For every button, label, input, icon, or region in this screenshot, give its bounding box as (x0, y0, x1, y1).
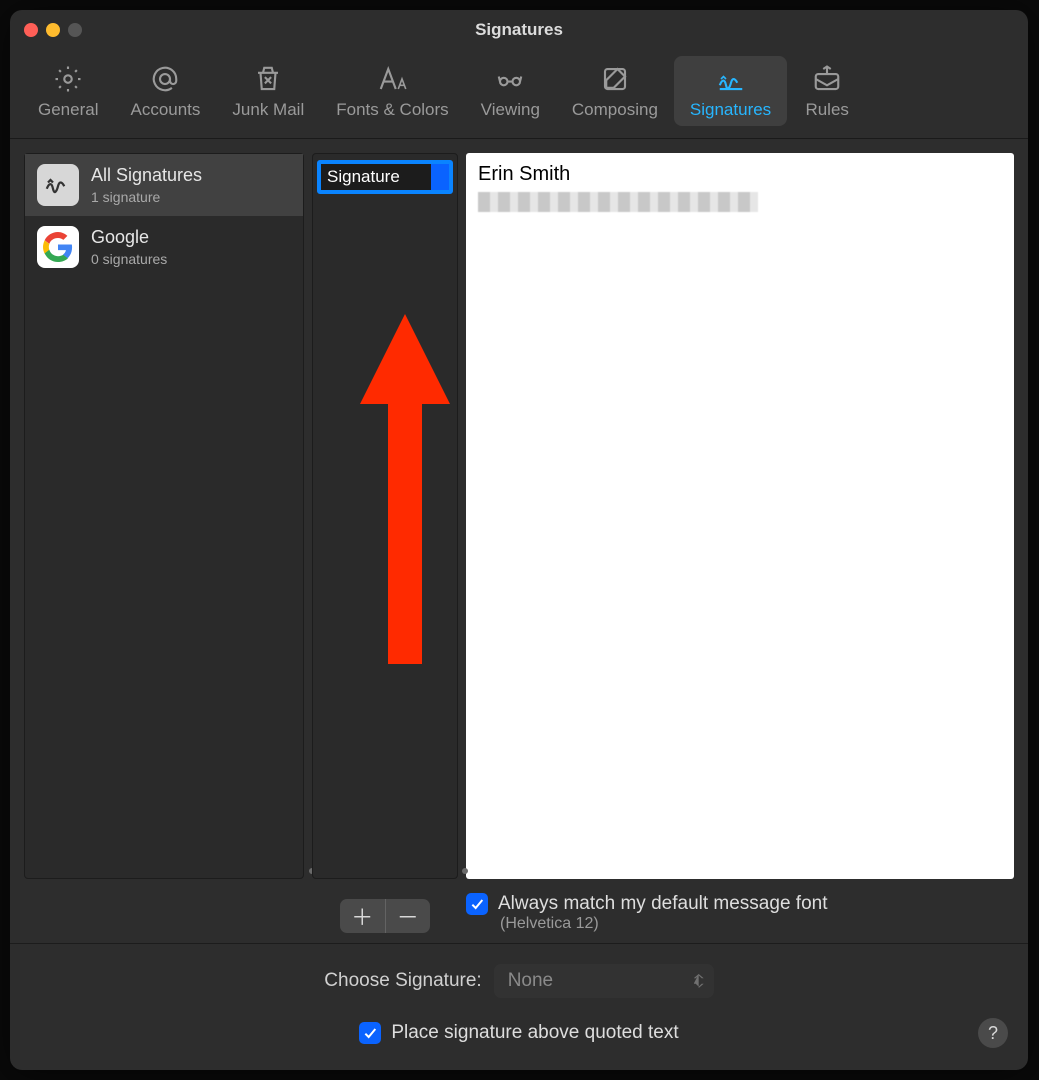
always-match-label: Always match my default message font (498, 893, 827, 915)
account-count: 0 signatures (91, 251, 167, 267)
signature-icon (716, 64, 746, 94)
default-font-note: (Helvetica 12) (500, 915, 1014, 933)
place-above-row[interactable]: Place signature above quoted text (28, 1022, 1010, 1044)
at-icon (150, 64, 180, 94)
choose-signature-value: None (508, 970, 553, 991)
tab-viewing[interactable]: Viewing (465, 56, 556, 126)
window-close-button[interactable] (24, 23, 38, 37)
font-icon (377, 64, 407, 94)
window-title: Signatures (10, 10, 1028, 50)
tab-composing[interactable]: Composing (556, 56, 674, 126)
signature-name-input[interactable] (321, 164, 431, 190)
account-text: Google 0 signatures (91, 227, 167, 267)
compose-icon (600, 64, 630, 94)
account-count: 1 signature (91, 189, 202, 205)
always-match-font-row[interactable]: Always match my default message font (466, 893, 1014, 915)
signature-line-name: Erin Smith (478, 163, 1002, 186)
tab-accounts[interactable]: Accounts (114, 56, 216, 126)
window-zoom-button[interactable] (68, 23, 82, 37)
google-icon (37, 226, 79, 268)
signature-editor[interactable]: Erin Smith (466, 153, 1014, 879)
signature-item-editing[interactable] (317, 160, 453, 194)
tab-rules[interactable]: Rules (787, 56, 867, 126)
signature-line-redacted (478, 192, 758, 212)
tab-label: Junk Mail (232, 100, 304, 120)
trash-x-icon (253, 64, 283, 94)
signature-editor-column: Erin Smith (466, 153, 1014, 879)
tab-general[interactable]: General (22, 56, 114, 126)
glasses-icon (495, 64, 525, 94)
column-resize-handle[interactable] (462, 868, 468, 874)
account-name: All Signatures (91, 165, 202, 186)
footer: Choose Signature: None Place signature a… (10, 943, 1028, 1070)
rules-icon (812, 64, 842, 94)
place-above-checkbox[interactable] (359, 1022, 381, 1044)
tab-label: Signatures (690, 100, 771, 120)
account-text: All Signatures 1 signature (91, 165, 202, 205)
remove-signature-button[interactable]: － (386, 899, 431, 933)
preferences-window: Signatures General Accounts Junk Mail F (10, 10, 1028, 1070)
tab-label: General (38, 100, 98, 120)
add-signature-button[interactable]: ＋ (340, 899, 386, 933)
titlebar: Signatures (10, 10, 1028, 50)
accounts-list[interactable]: All Signatures 1 signature Google 0 sign… (24, 153, 304, 879)
always-match-checkbox[interactable] (466, 893, 488, 915)
choose-signature-select[interactable]: None (494, 964, 714, 998)
choose-signature-label: Choose Signature: (324, 970, 481, 992)
tab-label: Viewing (481, 100, 540, 120)
window-minimize-button[interactable] (46, 23, 60, 37)
help-button[interactable]: ? (978, 1018, 1008, 1048)
account-row-all[interactable]: All Signatures 1 signature (25, 154, 303, 216)
tab-label: Fonts & Colors (336, 100, 448, 120)
tab-label: Composing (572, 100, 658, 120)
account-name: Google (91, 227, 167, 248)
add-remove-segmented: ＋ － (340, 899, 430, 933)
traffic-lights (10, 13, 96, 47)
signature-icon (37, 164, 79, 206)
signatures-list[interactable] (312, 153, 458, 879)
tab-junk-mail[interactable]: Junk Mail (216, 56, 320, 126)
signatures-panes: All Signatures 1 signature Google 0 sign… (10, 139, 1028, 893)
place-above-label: Place signature above quoted text (391, 1022, 678, 1044)
account-row-google[interactable]: Google 0 signatures (25, 216, 303, 278)
tab-label: Rules (805, 100, 848, 120)
tab-label: Accounts (130, 100, 200, 120)
below-columns-row: ＋ － Always match my default message font… (10, 893, 1028, 943)
gear-icon (53, 64, 83, 94)
preferences-toolbar: General Accounts Junk Mail Fonts & Color… (10, 50, 1028, 139)
choose-signature-row: Choose Signature: None (28, 964, 1010, 998)
tab-signatures[interactable]: Signatures (674, 56, 787, 126)
tab-fonts-colors[interactable]: Fonts & Colors (320, 56, 464, 126)
